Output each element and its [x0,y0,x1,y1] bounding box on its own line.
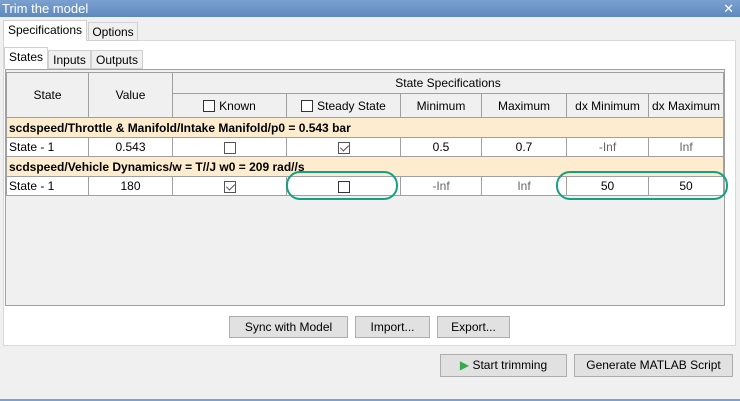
tab-options[interactable]: Options [88,22,138,41]
state-cell: State - 1 [6,137,89,157]
window-title: Trim the model [2,1,89,16]
import-button[interactable]: Import... [355,316,430,338]
group-row: scdspeed/Throttle & Manifold/Intake Mani… [6,117,724,138]
header-state: State [6,72,89,118]
maximum-cell[interactable]: 0.7 [481,137,567,157]
minimum-cell[interactable]: 0.5 [400,137,482,157]
tab-inputs[interactable]: Inputs [48,50,91,69]
steady-all-checkbox[interactable] [301,100,314,113]
state-cell: State - 1 [6,176,89,196]
known-cell[interactable] [172,176,287,196]
minimum-cell[interactable]: -Inf [400,176,482,196]
header-dx-maximum: dx Maximum [648,93,724,118]
tab-states[interactable]: States [4,47,48,69]
header-known-label: Known [219,98,256,113]
value-cell[interactable]: 180 [88,176,173,196]
steady-checkbox[interactable] [337,141,350,154]
close-icon[interactable]: ✕ [723,0,734,17]
header-state-specifications: State Specifications [172,72,724,94]
steady-cell[interactable] [286,137,401,157]
tab-specifications[interactable]: Specifications [3,20,87,41]
header-known[interactable]: Known [172,93,287,118]
start-trimming-label: Start trimming [472,358,548,372]
play-icon: ▶ [459,358,470,372]
header-dx-minimum: dx Minimum [566,93,649,118]
header-maximum: Maximum [481,93,567,118]
known-cell[interactable] [172,137,287,157]
generate-matlab-script-button[interactable]: Generate MATLAB Script [574,354,733,377]
start-trimming-button[interactable]: ▶ Start trimming [440,354,567,377]
header-value: Value [88,72,173,118]
header-steady-label: Steady State [317,98,386,113]
steady-state-highlight [286,171,398,200]
sync-with-model-button[interactable]: Sync with Model [229,316,348,338]
known-checkbox[interactable] [223,180,236,193]
known-all-checkbox[interactable] [203,100,216,113]
export-button[interactable]: Export... [437,316,510,338]
title-bar: Trim the model [0,0,740,17]
known-checkbox[interactable] [223,141,236,154]
dx-minimum-cell[interactable]: -Inf [566,137,649,157]
table-row: State - 1 0.543 0.5 0.7 -Inf Inf [6,137,724,157]
dx-maximum-cell[interactable]: Inf [648,137,724,157]
header-steady[interactable]: Steady State [286,93,401,118]
value-cell[interactable]: 0.543 [88,137,173,157]
dx-limits-highlight [556,171,728,200]
header-minimum: Minimum [400,93,482,118]
tab-outputs[interactable]: Outputs [91,50,143,69]
maximum-cell[interactable]: Inf [481,176,567,196]
